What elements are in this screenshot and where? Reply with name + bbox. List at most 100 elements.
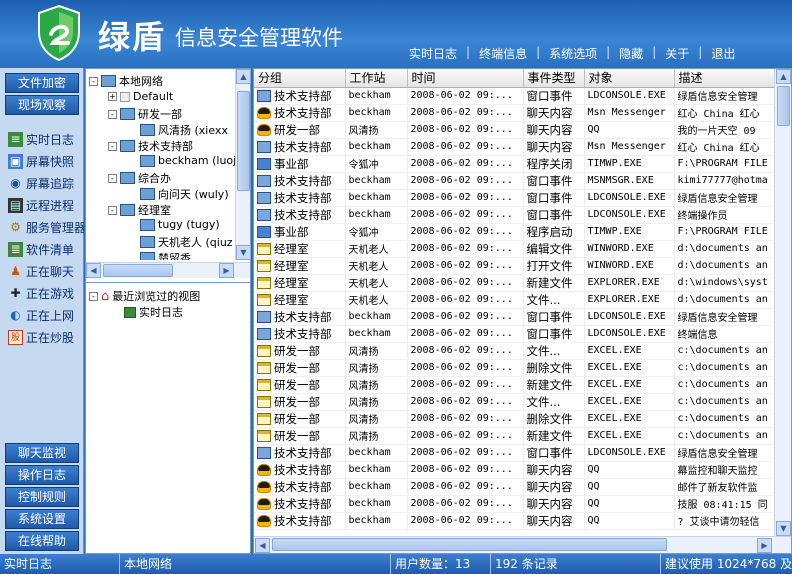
table-row[interactable]: 技术支持部 beckham 2008-06-02 09:... 窗口事件 LDCONSO…: [254, 308, 775, 326]
collapse-icon[interactable]: -: [108, 109, 117, 119]
collapse-icon[interactable]: -: [108, 205, 117, 215]
column-header-group[interactable]: 分组: [254, 69, 346, 88]
scroll-thumb[interactable]: [103, 264, 173, 277]
sidebar-item-remote-process[interactable]: ▤ 远程进程: [8, 197, 84, 214]
collapse-icon[interactable]: -: [89, 76, 98, 86]
live-view-button[interactable]: 现场观察: [5, 95, 79, 115]
recent-view-item[interactable]: 实时日志: [124, 304, 183, 320]
table-row[interactable]: 研发一部 风清扬 2008-06-02 09:... 聊天内容 QQ 我的一片天空 09: [254, 121, 775, 139]
tree-node-tugy[interactable]: tugy (tugy): [140, 218, 220, 231]
table-row[interactable]: 技术支持部 beckham 2008-06-02 09:... 聊天内容 Msn Mes…: [254, 104, 775, 122]
sidebar-item-realtime-log[interactable]: ≡ 实时日志: [8, 131, 84, 148]
scroll-down-icon[interactable]: ▼: [236, 245, 251, 260]
table-row[interactable]: 技术支持部 beckham 2008-06-02 09:... 窗口事件 LDCONSO…: [254, 325, 775, 343]
collapse-icon[interactable]: -: [108, 141, 117, 151]
collapse-icon[interactable]: -: [89, 291, 98, 301]
chat-monitor-button[interactable]: 聊天监视: [5, 443, 79, 463]
nav-about[interactable]: 关于: [656, 45, 698, 62]
table-row[interactable]: 经理室 天机老人 2008-06-02 09:... 打开文件 WINWORD.EXE d…: [254, 257, 775, 275]
scroll-thumb[interactable]: [272, 538, 667, 551]
column-header-time[interactable]: 时间: [407, 69, 524, 88]
nav-system-options[interactable]: 系统选项: [540, 45, 606, 62]
sidebar-item-software-list[interactable]: ≣ 软件清单: [8, 241, 84, 258]
online-help-button[interactable]: 在线帮助: [5, 531, 79, 551]
scroll-up-icon[interactable]: ▲: [236, 69, 251, 84]
table-row[interactable]: 技术支持部 beckham 2008-06-02 09:... 聊天内容 QQ 技服 08…: [254, 495, 775, 513]
tree-node-techsupport[interactable]: - 技术支持部: [108, 138, 193, 154]
tree-node-fengqingyang[interactable]: 风清扬 (xiexx: [140, 122, 228, 138]
table-row[interactable]: 研发一部 风清扬 2008-06-02 09:... 文件... EXCEL.EXE c:…: [254, 342, 775, 360]
table-row[interactable]: 研发一部 风清扬 2008-06-02 09:... 文件... EXCEL.EXE c:…: [254, 393, 775, 411]
sidebar-item-chatting[interactable]: ♟ 正在聊天: [8, 263, 84, 280]
nav-hide[interactable]: 隐藏: [610, 45, 652, 62]
status-record-count: 192 条记录: [491, 554, 661, 574]
tree-node-tianjilaoren[interactable]: 天机老人 (qiuz: [140, 234, 233, 250]
cell-workstation: beckham: [345, 495, 408, 513]
table-row[interactable]: 技术支持部 beckham 2008-06-02 09:... 窗口事件 LDCONSO…: [254, 206, 775, 224]
scroll-left-icon[interactable]: ◀: [86, 263, 101, 278]
column-header-description[interactable]: 描述: [674, 69, 775, 88]
table-row[interactable]: 经理室 天机老人 2008-06-02 09:... 新建文件 EXPLORER.EXE…: [254, 274, 775, 292]
table-row[interactable]: 经理室 天机老人 2008-06-02 09:... 编辑文件 WINWORD.EXE d…: [254, 240, 775, 258]
cell-group: 技术支持部: [254, 308, 346, 326]
tree-horizontal-scrollbar[interactable]: ◀ ▶: [86, 262, 250, 278]
sidebar-item-screenshot[interactable]: ▣ 屏幕快照: [8, 153, 84, 170]
column-header-event-type[interactable]: 事件类型: [523, 69, 585, 88]
scroll-right-icon[interactable]: ▶: [757, 538, 772, 553]
nav-exit[interactable]: 退出: [702, 45, 744, 62]
scroll-thumb[interactable]: [777, 86, 790, 126]
table-horizontal-scrollbar[interactable]: ◀ ▶: [254, 536, 791, 553]
file-encrypt-button[interactable]: 文件加密: [5, 73, 79, 93]
scroll-right-icon[interactable]: ▶: [219, 263, 234, 278]
table-row[interactable]: 技术支持部 beckham 2008-06-02 09:... 聊天内容 Msn Mes…: [254, 138, 775, 156]
table-row[interactable]: 技术支持部 beckham 2008-06-02 09:... 窗口事件 MSNMSGR…: [254, 172, 775, 190]
tree-node-rd1[interactable]: - 研发一部: [108, 106, 182, 122]
cell-workstation: beckham: [345, 308, 408, 326]
table-row[interactable]: 研发一部 风清扬 2008-06-02 09:... 删除文件 EXCEL.EXE c:\…: [254, 410, 775, 428]
sidebar-item-stock[interactable]: 股正在炒股: [8, 329, 84, 346]
tree-node-xiangwentian[interactable]: 向问天 (wuly): [140, 186, 229, 202]
sidebar-item-screen-track[interactable]: ◉ 屏幕追踪: [8, 175, 84, 192]
operation-log-button[interactable]: 操作日志: [5, 465, 79, 485]
nav-realtime-log[interactable]: 实时日志: [400, 45, 466, 62]
table-row[interactable]: 技术支持部 beckham 2008-06-02 09:... 窗口事件 LDCONSO…: [254, 444, 775, 462]
expand-icon[interactable]: +: [108, 92, 117, 101]
sidebar-item-browsing[interactable]: ◐ 正在上网: [8, 307, 84, 324]
sidebar-item-gaming[interactable]: ✚ 正在游戏: [8, 285, 84, 302]
control-rules-button[interactable]: 控制规则: [5, 487, 79, 507]
recent-views-root[interactable]: - ⌂ 最近浏览过的视图: [89, 288, 200, 304]
column-header-object[interactable]: 对象: [584, 69, 675, 88]
table-row[interactable]: 事业部 令狐冲 2008-06-02 09:... 程序关闭 TIMWP.EXE F:\P…: [254, 155, 775, 173]
tree-node-manager-office[interactable]: - 经理室: [108, 202, 171, 218]
nav-terminal-info[interactable]: 终端信息: [470, 45, 536, 62]
table-row[interactable]: 研发一部 风清扬 2008-06-02 09:... 新建文件 EXCEL.EXE c:\…: [254, 427, 775, 445]
table-row[interactable]: 技术支持部 beckham 2008-06-02 09:... 聊天内容 QQ? 艾谈中…: [254, 512, 775, 530]
tree-node-beckham[interactable]: beckham (luojr: [140, 154, 235, 167]
table-row[interactable]: 经理室 天机老人 2008-06-02 09:... 文件... EXPLORER.EX…: [254, 291, 775, 309]
scroll-left-icon[interactable]: ◀: [255, 538, 270, 553]
cell-workstation: beckham: [345, 512, 408, 530]
table-row[interactable]: 技术支持部 beckham 2008-06-02 09:... 聊天内容 QQ 幕监控和聊…: [254, 461, 775, 479]
scroll-thumb[interactable]: [237, 91, 250, 191]
table-row[interactable]: 研发一部 风清扬 2008-06-02 09:... 新建文件 EXCEL.EXE c:\…: [254, 376, 775, 394]
tree-node-chuliuxiang[interactable]: 楚留香: [140, 250, 191, 260]
cell-description: 终端信息: [674, 325, 775, 343]
cell-event-type: 窗口事件: [523, 325, 585, 343]
scroll-up-icon[interactable]: ▲: [776, 69, 791, 84]
tree-vertical-scrollbar[interactable]: ▲ ▼: [235, 69, 251, 260]
tree-node-default[interactable]: + Default: [108, 90, 173, 103]
table-row[interactable]: 技术支持部 beckham 2008-06-02 09:... 窗口事件 LDCONSO…: [254, 189, 775, 207]
table-row[interactable]: 事业部 令狐冲 2008-06-02 09:... 程序启动 TIMWP.EXE F:\P…: [254, 223, 775, 241]
tree-node-general-office[interactable]: - 综合办: [108, 170, 171, 186]
tree-root[interactable]: - 本地网络: [89, 73, 163, 89]
table-row[interactable]: 技术支持部 beckham 2008-06-02 09:... 聊天内容 QQ 邮件了新友…: [254, 478, 775, 496]
table-row[interactable]: 技术支持部 beckham 2008-06-02 09:... 窗口事件 LDCONSO…: [254, 87, 775, 105]
column-header-workstation[interactable]: 工作站: [345, 69, 408, 88]
system-settings-button[interactable]: 系统设置: [5, 509, 79, 529]
cell-event-type: 聊天内容: [523, 478, 585, 496]
table-vertical-scrollbar[interactable]: ▲ ▼: [774, 69, 791, 536]
sidebar-item-service-manager[interactable]: ⚙ 服务管理器: [8, 219, 84, 236]
scroll-down-icon[interactable]: ▼: [776, 521, 791, 536]
collapse-icon[interactable]: -: [108, 173, 117, 183]
table-row[interactable]: 研发一部 风清扬 2008-06-02 09:... 删除文件 EXCEL.EXE c:\…: [254, 359, 775, 377]
